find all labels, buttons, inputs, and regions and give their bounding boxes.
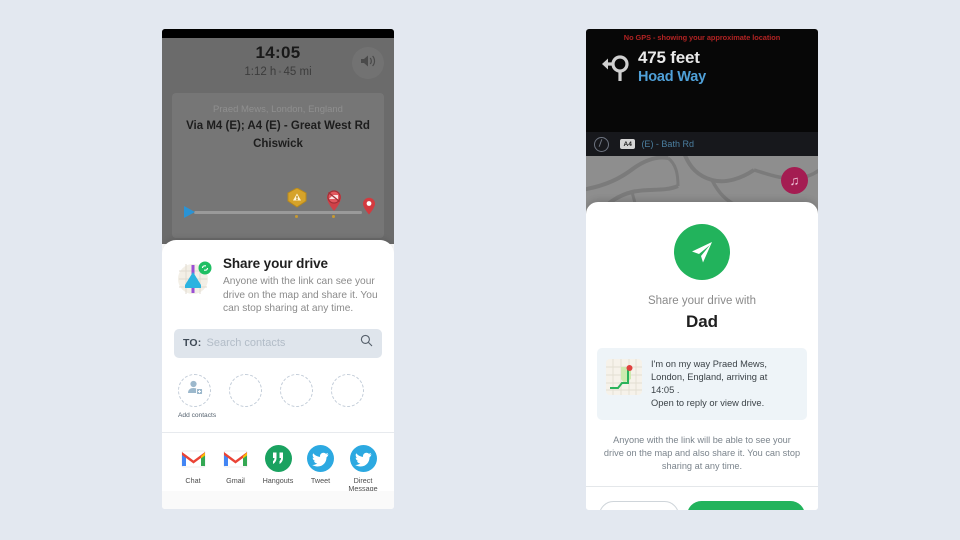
route-via-line1: Via M4 (E); A4 (E) - Great West Rd	[186, 120, 370, 132]
current-road-bar: A4 (E) - Bath Rd	[586, 132, 818, 156]
navigation-top-bar: No GPS - showing your approximate locati…	[586, 29, 818, 132]
send-paper-plane-icon	[674, 224, 730, 280]
dialog-footer-note: Anyone with the link will be able to see…	[603, 435, 801, 471]
share-target-tweet[interactable]: Tweet	[302, 444, 340, 494]
route-tick-camera	[332, 215, 335, 218]
share-targets-row: Chat Gmail Hangouts Tweet Direct Message	[162, 433, 394, 494]
eta-duration: 1:12 h	[244, 66, 277, 79]
search-input[interactable]: Search contacts	[207, 337, 361, 349]
share-target-hangouts[interactable]: Hangouts	[259, 444, 297, 494]
twitter-icon	[307, 444, 334, 472]
route-tick-hazard	[295, 215, 298, 218]
maneuver-street: Hoad Way	[638, 69, 706, 85]
add-contact-icon	[186, 379, 203, 401]
eta-distance: 45 mi	[283, 66, 312, 79]
share-with-label: Share your drive with	[647, 295, 757, 307]
dialog-actions: Cancel Share drive	[586, 487, 818, 510]
gmail-icon	[180, 445, 207, 472]
warning-triangle-icon[interactable]	[287, 187, 307, 212]
map-route-thumbnail-icon	[606, 359, 642, 395]
share-drive-sheet: Share your drive Anyone with the link ca…	[162, 240, 394, 509]
route-via-line2: Chiswick	[253, 138, 303, 150]
share-target-direct-message[interactable]: Direct Message	[344, 444, 382, 494]
roundabout-exit-left-icon	[596, 51, 638, 85]
contact-placeholder-circle[interactable]	[229, 373, 262, 407]
phone-right: No GPS - showing your approximate locati…	[586, 29, 818, 510]
share-target-chat[interactable]: Chat	[174, 445, 212, 494]
share-sheet-title: Share your drive	[223, 256, 328, 271]
hangouts-icon	[264, 444, 292, 472]
message-text: I'm on my way Praed Mews, London, Englan…	[642, 358, 767, 410]
screenshot-canvas: 14:05 1:12 h•45 mi Praed Mews, London,	[0, 0, 960, 540]
share-drive-dialog: Share your drive with Dad I'm on my way …	[586, 202, 818, 510]
share-target-label: Gmail	[226, 475, 245, 485]
compass-icon[interactable]	[594, 136, 609, 152]
share-sheet-header: Share your drive Anyone with the link ca…	[162, 240, 394, 324]
speed-camera-icon[interactable]	[324, 188, 344, 212]
gmail-icon	[222, 445, 249, 472]
search-icon[interactable]	[360, 334, 373, 352]
volume-on-icon	[359, 53, 378, 74]
navigation-header: 14:05 1:12 h • 45 mi	[162, 38, 394, 80]
recipient-name: Dad	[685, 312, 719, 331]
contact-placeholder-circle[interactable]	[331, 373, 364, 407]
eta-separator: •	[278, 67, 282, 77]
share-target-label: Tweet	[310, 475, 331, 485]
message-line-3: 14:05 .	[651, 385, 680, 395]
contact-slot-add[interactable]: Add contacts	[178, 373, 217, 420]
maneuver-text: 475 feet Hoad Way	[638, 48, 706, 87]
share-sheet-text: Share your drive Anyone with the link ca…	[214, 255, 380, 316]
twitter-icon	[349, 444, 377, 472]
message-preview: I'm on my way Praed Mews, London, Englan…	[597, 348, 807, 420]
message-line-2: London, England, arriving at	[651, 372, 768, 382]
contact-search-field[interactable]: TO: Search contacts	[174, 328, 382, 358]
maneuver-row: 475 feet Hoad Way	[586, 42, 818, 87]
to-label: TO:	[183, 337, 202, 349]
share-target-label: Hangouts	[262, 475, 294, 485]
current-road-label: (E) - Bath Rd	[641, 139, 694, 149]
message-line-1: I'm on my way Praed Mews,	[651, 359, 767, 369]
route-destination: Praed Mews, London, England	[213, 104, 343, 115]
contact-placeholder-circle[interactable]	[280, 373, 313, 407]
volume-button[interactable]	[352, 47, 384, 79]
music-note-icon[interactable]: ♫	[781, 167, 808, 194]
status-bar	[162, 29, 394, 38]
navigation-arrow-icon	[184, 206, 195, 218]
share-sheet-description: Anyone with the link can see your drive …	[223, 276, 378, 314]
contact-slot-empty-1[interactable]	[229, 373, 263, 420]
route-card: Praed Mews, London, England Via M4 (E); …	[172, 93, 384, 238]
map-share-thumbnail-icon	[174, 258, 214, 298]
navigation-backdrop: 14:05 1:12 h•45 mi Praed Mews, London,	[162, 29, 394, 244]
route-progress-bar[interactable]	[184, 187, 375, 218]
cancel-button[interactable]: Cancel	[599, 501, 679, 510]
contact-slot-empty-3[interactable]	[331, 373, 365, 420]
add-contact-label: Add contacts	[178, 411, 217, 419]
share-drive-button[interactable]: Share drive	[687, 501, 805, 510]
phone-left: 14:05 1:12 h•45 mi Praed Mews, London,	[162, 29, 394, 509]
maneuver-distance: 475 feet	[638, 48, 700, 67]
share-target-gmail[interactable]: Gmail	[217, 445, 255, 494]
road-shield-badge: A4	[620, 139, 636, 149]
sheet-bottom-spacer	[162, 491, 394, 509]
message-line-4: Open to reply or view drive.	[651, 398, 765, 408]
share-target-label: Chat	[185, 475, 201, 485]
destination-pin-icon	[362, 197, 376, 215]
add-contact-button[interactable]	[178, 373, 211, 407]
gps-warning-banner: No GPS - showing your approximate locati…	[623, 33, 781, 42]
contacts-row: Add contacts	[162, 358, 394, 420]
contact-slot-empty-2[interactable]	[280, 373, 314, 420]
